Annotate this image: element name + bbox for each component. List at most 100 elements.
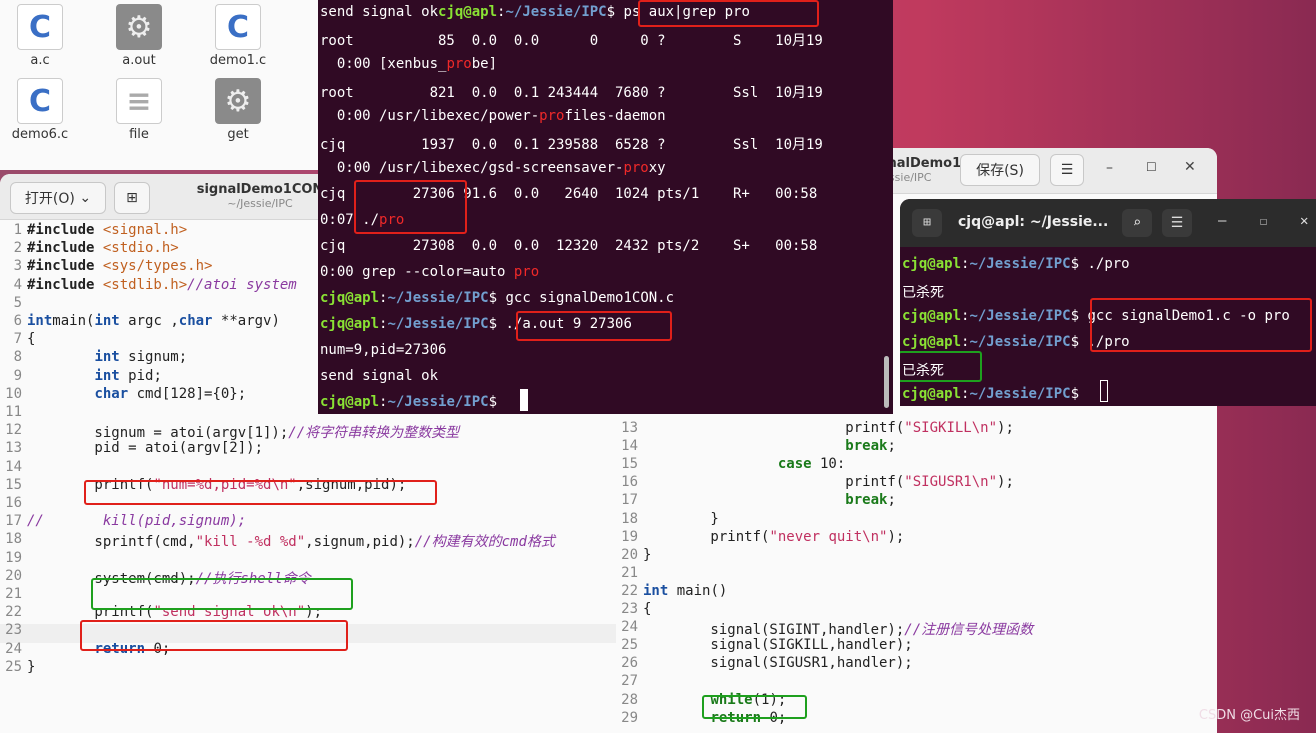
line-number: 17 bbox=[5, 513, 22, 530]
line-number: 24 bbox=[621, 619, 638, 636]
code-token: //构建有效的cmd格式 bbox=[414, 534, 555, 551]
highlight-killed-output bbox=[900, 351, 982, 382]
line-number: 19 bbox=[621, 528, 638, 545]
close-icon[interactable]: ✕ bbox=[1184, 159, 1196, 175]
code-token: cmd[128]={0}; bbox=[128, 385, 247, 402]
search-icon[interactable]: ⌕ bbox=[1122, 209, 1152, 237]
code-token: ,signum,pid); bbox=[305, 534, 415, 551]
code-token: ~/Jessie/IPC bbox=[969, 334, 1071, 350]
code-token: int bbox=[27, 313, 53, 329]
code-line: signal(SIGINT,handler);//注册信号处理函数 bbox=[643, 619, 1033, 639]
code-token: <stdlib.h> bbox=[102, 276, 188, 293]
code-token: root 85 0.0 0.0 0 0 ? S 10月19 bbox=[320, 33, 823, 49]
line-number: 14 bbox=[5, 458, 22, 475]
code-token: $ gcc signalDemo1CON.c bbox=[488, 290, 675, 306]
line-number: 22 bbox=[621, 582, 638, 599]
line-number: 20 bbox=[621, 546, 638, 563]
code-token: <signal.h> bbox=[102, 222, 188, 238]
minimize-icon[interactable]: – bbox=[1106, 160, 1113, 176]
executable-gear-icon: ⚙ bbox=[215, 78, 261, 124]
watermark: CSDN @Cui杰西 bbox=[1198, 708, 1300, 723]
line-number: 16 bbox=[621, 474, 638, 491]
highlight-gcc-command bbox=[1090, 298, 1312, 352]
line-number: 28 bbox=[621, 691, 638, 708]
code-token: ~/Jessie/IPC bbox=[505, 4, 607, 20]
line-number: 19 bbox=[5, 549, 22, 566]
code-token: $ bbox=[1070, 386, 1088, 402]
minimize-icon[interactable]: – bbox=[1218, 213, 1226, 229]
code-token: 10: bbox=[811, 456, 846, 473]
line-number: 27 bbox=[621, 673, 638, 690]
code-token: main() bbox=[668, 582, 728, 599]
terminal-scrollbar[interactable] bbox=[884, 356, 889, 408]
code-token: cjq@apl bbox=[902, 256, 962, 272]
code-token: } bbox=[643, 546, 652, 563]
code-token: //atoi system bbox=[187, 276, 297, 293]
code-token: #include bbox=[27, 276, 103, 293]
highlight-ps-command bbox=[638, 0, 819, 27]
terminal-line: cjq@apl:~/Jessie/IPC$ ./pro bbox=[902, 256, 1130, 272]
terminal-cursor bbox=[1100, 380, 1108, 402]
code-token: cjq@apl bbox=[320, 290, 380, 306]
code-token: ~/Jessie/IPC bbox=[387, 394, 489, 410]
code-line: int main() bbox=[643, 583, 727, 599]
close-icon[interactable]: ✕ bbox=[1300, 213, 1308, 229]
desktop-icon-get[interactable]: ⚙ get bbox=[203, 78, 273, 142]
save-button[interactable]: 保存(S) bbox=[960, 154, 1040, 186]
code-line: { bbox=[27, 331, 35, 347]
code-token: ); bbox=[887, 528, 905, 545]
desktop-icon-a-c[interactable]: Ca.c bbox=[5, 4, 75, 68]
code-token: $ bbox=[488, 394, 506, 410]
code-token: printf( bbox=[643, 474, 905, 491]
desktop-icon-demo6-c[interactable]: Cdemo6.c bbox=[5, 78, 75, 142]
maximize-icon[interactable]: ☐ bbox=[1260, 214, 1267, 228]
line-number: 25 bbox=[621, 637, 638, 654]
line-number: 7 bbox=[13, 331, 22, 348]
menu-button[interactable]: ☰ bbox=[1050, 154, 1084, 186]
code-token: cjq 1937 0.0 0.1 239588 6528 ? Ssl 10月19 bbox=[320, 137, 823, 153]
desktop-icon-demo1-c[interactable]: Cdemo1.c bbox=[203, 4, 273, 68]
line-number: 14 bbox=[621, 438, 638, 455]
line-number: 25 bbox=[5, 658, 22, 675]
code-token: <sys/types.h> bbox=[102, 258, 213, 275]
code-token: "SIGUSR1\n" bbox=[904, 474, 998, 491]
code-token: ); bbox=[997, 420, 1014, 436]
open-button[interactable]: 打开(O) ⌄ bbox=[10, 182, 106, 214]
code-token: pid = atoi(argv[2]); bbox=[27, 440, 264, 457]
code-token: break bbox=[845, 438, 888, 455]
terminal-line: send signal ok bbox=[320, 368, 438, 384]
code-token: xy bbox=[648, 160, 666, 176]
terminal-line: cjq@apl:~/Jessie/IPC$ gcc signalDemo1CON… bbox=[320, 290, 674, 306]
new-tab-icon[interactable]: ⊞ bbox=[912, 209, 942, 237]
terminal-line: 0:00 /usr/libexec/gsd-screensaver-proxy bbox=[320, 160, 666, 176]
code-token: } bbox=[27, 658, 36, 675]
c-file-icon: C bbox=[215, 4, 261, 50]
code-token: ~/Jessie/IPC bbox=[969, 386, 1071, 402]
code-token: cjq@apl bbox=[902, 308, 962, 324]
line-number: 5 bbox=[13, 294, 22, 311]
code-token: { bbox=[643, 601, 652, 617]
right-terminal-title: cjq@apl: ~/Jessie... bbox=[958, 214, 1109, 230]
highlight-printf-num bbox=[84, 480, 437, 505]
code-token: argc , bbox=[119, 313, 179, 329]
code-token: pro bbox=[513, 264, 540, 280]
desktop-area: Ca.c ⚙ a.out Cdemo1.c Cdemo6.c ≡ file ⚙ get bbox=[0, 0, 330, 170]
code-token: pid; bbox=[119, 367, 162, 384]
text-file-icon: ≡ bbox=[116, 78, 162, 124]
new-tab-button[interactable]: ⊞ bbox=[114, 182, 150, 214]
maximize-icon[interactable]: ☐ bbox=[1146, 160, 1157, 174]
terminal-line: cjq 27308 0.0 0.0 12320 2432 pts/2 S+ 00… bbox=[320, 238, 817, 254]
code-line: } bbox=[643, 547, 651, 563]
code-token: 0:00 grep --color=auto bbox=[320, 264, 514, 280]
line-number: 10 bbox=[5, 385, 22, 402]
desktop-icon-a-out[interactable]: ⚙ a.out bbox=[104, 4, 174, 68]
terminal-line: cjq 1937 0.0 0.1 239588 6528 ? Ssl 10月19 bbox=[320, 134, 823, 154]
line-number: 17 bbox=[621, 492, 638, 509]
code-token: printf( bbox=[643, 528, 770, 545]
menu-icon[interactable]: ☰ bbox=[1162, 209, 1192, 237]
code-token: ; bbox=[887, 438, 896, 455]
desktop-icon-file[interactable]: ≡ file bbox=[104, 78, 174, 142]
code-line: intmain(int argc ,char **argv) bbox=[27, 313, 280, 329]
